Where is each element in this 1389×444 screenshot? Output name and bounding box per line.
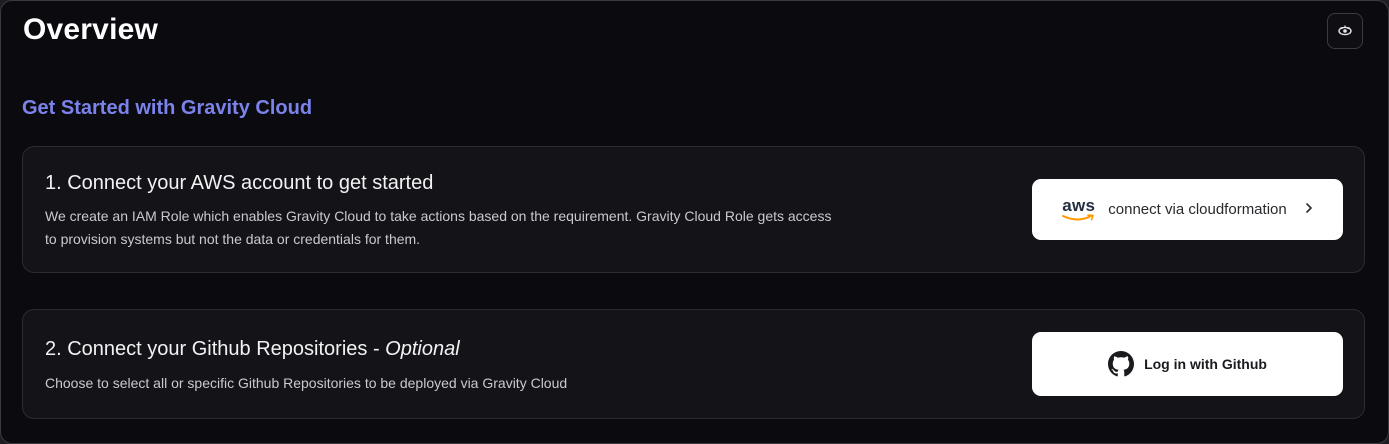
github-login-button[interactable]: Log in with Github (1032, 332, 1343, 396)
step-description: We create an IAM Role which enables Grav… (45, 208, 832, 247)
button-label: Log in with Github (1144, 356, 1267, 372)
step-title-text: 2. Connect your Github Repositories - (45, 338, 386, 360)
aws-smile-icon (1062, 213, 1095, 220)
step-description: Choose to select all or specific Github … (45, 375, 568, 391)
eye-settings-icon (1338, 25, 1352, 36)
button-label: connect via cloudformation (1108, 201, 1287, 218)
page-title: Overview (23, 13, 159, 46)
step-title: 2. Connect your Github Repositories - Op… (45, 338, 460, 361)
view-settings-button[interactable] (1327, 13, 1363, 49)
aws-logo: aws (1062, 195, 1096, 222)
connect-cloudformation-button[interactable]: aws connect via cloudformation (1032, 179, 1343, 240)
section-title: Get Started with Gravity Cloud (22, 97, 313, 119)
app-frame: Overview Get Started with Gravity Cloud … (0, 0, 1389, 444)
github-step-card: 2. Connect your Github Repositories - Op… (22, 309, 1365, 419)
aws-step-card: 1. Connect your AWS account to get start… (22, 146, 1365, 273)
step-title: 1. Connect your AWS account to get start… (45, 172, 434, 194)
github-icon (1108, 351, 1135, 377)
optional-label: Optional (385, 338, 460, 360)
aws-logo-text: aws (1062, 195, 1096, 215)
chevron-right-icon (1305, 201, 1313, 218)
